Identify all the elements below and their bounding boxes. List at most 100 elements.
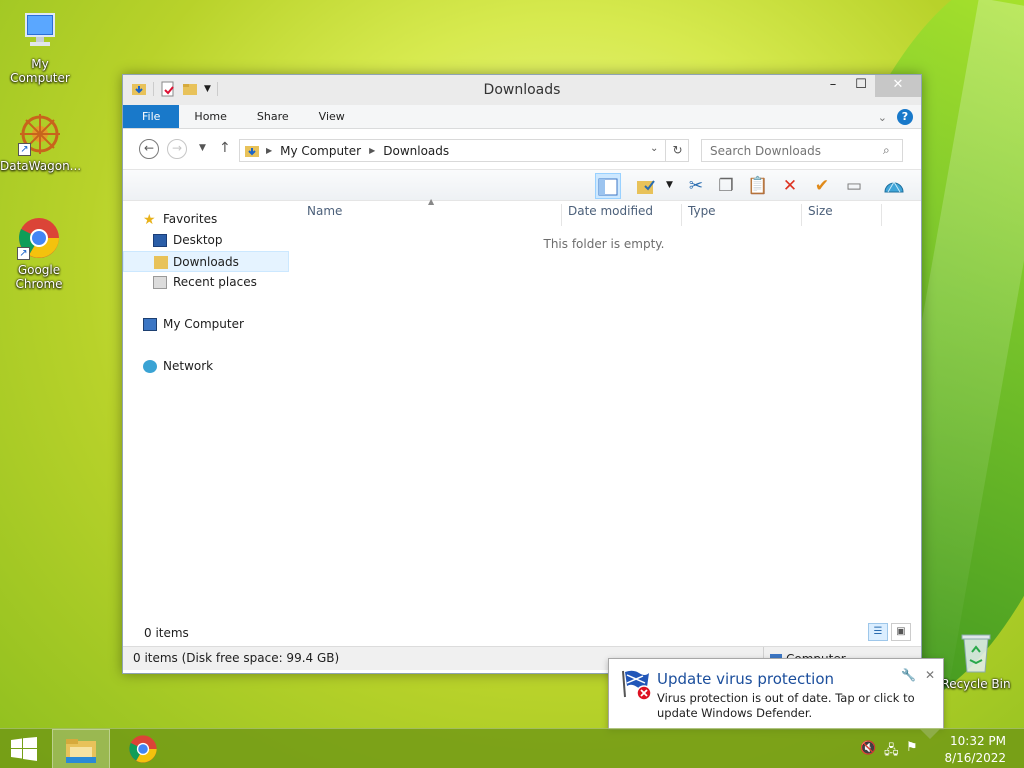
breadcrumb-separator-icon[interactable]: ▶ (266, 146, 272, 155)
clock-date: 8/16/2022 (944, 751, 1006, 765)
tab-file[interactable]: File (123, 105, 180, 128)
chrome-icon: ↗ (17, 216, 61, 260)
chrome-icon (129, 735, 157, 763)
folder-options-dropdown-icon[interactable]: ▼ (666, 180, 673, 190)
desktop-icon-label: Recycle Bin (941, 677, 1011, 691)
taskbar-file-explorer[interactable] (52, 729, 110, 768)
column-size[interactable]: Size (808, 204, 833, 218)
file-list[interactable]: ▲ Name Date modified Type Size This fold… (295, 197, 913, 611)
empty-folder-message: This folder is empty. (543, 237, 665, 251)
desktop-icon-recycle-bin[interactable]: Recycle Bin (938, 632, 1014, 691)
nav-label: Favorites (163, 212, 218, 226)
nav-desktop[interactable]: Desktop (123, 230, 289, 251)
network-icon (143, 360, 157, 373)
clock-time: 10:32 PM (950, 734, 1006, 748)
nav-network[interactable]: Network (123, 356, 289, 377)
network-icon[interactable]: 🖧 (884, 741, 899, 763)
action-center-alert-icon[interactable]: ⚑ (906, 740, 918, 755)
folder-options-button[interactable] (633, 173, 659, 199)
star-icon: ★ (143, 212, 156, 228)
item-count: 0 items (144, 626, 189, 640)
breadcrumb-separator-icon[interactable]: ▶ (369, 146, 375, 155)
notification-close-icon[interactable]: ✕ (925, 668, 935, 682)
clock[interactable]: 10:32 PM 8/16/2022 (944, 733, 1006, 767)
column-separator[interactable] (681, 204, 682, 226)
column-headers: ▲ Name Date modified Type Size (295, 197, 913, 226)
maximize-button[interactable]: ☐ (847, 75, 875, 97)
expand-ribbon-icon[interactable]: ⌄ (878, 111, 887, 124)
desktop-icon (153, 234, 167, 247)
taskbar-google-chrome[interactable] (114, 729, 172, 768)
delete-icon[interactable]: ✕ (777, 173, 803, 199)
breadcrumb-downloads[interactable]: Downloads (383, 144, 449, 158)
minimize-button[interactable]: – (819, 75, 847, 97)
paste-icon[interactable]: 📋 (745, 173, 771, 199)
rename-icon[interactable]: ▭ (841, 173, 867, 199)
search-icon: ⌕ (883, 143, 890, 157)
shortcut-arrow-icon: ↗ (17, 247, 30, 260)
tab-home[interactable]: Home (179, 105, 241, 128)
recycle-bin-icon (958, 632, 994, 674)
tab-share[interactable]: Share (242, 105, 304, 128)
nav-my-computer[interactable]: My Computer (123, 314, 289, 335)
downloads-folder-icon (245, 145, 259, 157)
column-separator[interactable] (801, 204, 802, 226)
desktop-icon-google-chrome[interactable]: ↗ Google Chrome (0, 216, 78, 291)
refresh-button[interactable]: ↻ (665, 139, 689, 162)
column-separator[interactable] (561, 204, 562, 226)
notification-settings-icon[interactable]: 🔧 (901, 668, 916, 682)
copy-icon[interactable]: ❐ (713, 173, 739, 199)
large-icons-view-icon[interactable]: ▣ (891, 623, 911, 641)
nav-label: My Computer (163, 317, 244, 331)
shell-icon[interactable] (881, 173, 907, 199)
nav-label: Network (163, 359, 214, 373)
close-button[interactable]: ✕ (875, 75, 921, 97)
recent-locations-icon[interactable]: ▼ (199, 143, 206, 153)
shortcut-arrow-icon: ↗ (18, 143, 31, 156)
ribbon-tabs: File Home Share View ⌄ ? (123, 105, 921, 129)
breadcrumb-my-computer[interactable]: My Computer (280, 144, 361, 158)
address-dropdown-icon[interactable]: ⌄ (650, 143, 658, 154)
back-button[interactable]: ← (139, 139, 159, 159)
nav-downloads[interactable]: Downloads (123, 251, 289, 272)
desktop-icon-label: Google Chrome (15, 263, 63, 291)
up-arrow-icon[interactable]: ↑ (219, 140, 231, 156)
recent-places-icon (153, 276, 167, 289)
forward-button[interactable]: → (167, 139, 187, 159)
nav-favorites[interactable]: ★ Favorites (123, 209, 289, 230)
status-disk-space: 0 items (Disk free space: 99.4 GB) (133, 651, 340, 665)
column-name[interactable]: Name (307, 204, 342, 218)
downloads-folder-icon (154, 256, 168, 269)
start-button[interactable] (10, 737, 38, 761)
notification-body: Virus protection is out of date. Tap or … (657, 691, 915, 720)
preview-pane-button[interactable] (595, 173, 621, 199)
window-title: Downloads (483, 82, 561, 98)
desktop-icon-label: DataWagon... (0, 159, 82, 173)
taskbar: 🔇 🖧 ⚑ 10:32 PM 8/16/2022 (0, 728, 1024, 768)
help-icon[interactable]: ? (897, 109, 913, 125)
address-bar[interactable]: ▶ My Computer ▶ Downloads ⌄ (239, 139, 689, 162)
desktop-icon-datawagon[interactable]: ↗ DataWagon... (0, 112, 82, 173)
nav-label: Desktop (173, 233, 223, 247)
title-bar[interactable]: ▼ Downloads – ☐ ✕ (123, 75, 921, 105)
preview-pane-icon (598, 178, 618, 196)
sort-indicator-icon: ▲ (428, 197, 435, 206)
nav-recent-places[interactable]: Recent places (123, 272, 289, 293)
select-check-icon[interactable]: ✔ (809, 173, 835, 199)
column-separator[interactable] (881, 204, 882, 226)
computer-icon (143, 318, 157, 331)
column-date-modified[interactable]: Date modified (568, 204, 653, 218)
defender-notification[interactable]: Update virus protection Virus protection… (608, 658, 944, 730)
cut-icon[interactable]: ✂ (683, 173, 709, 199)
column-type[interactable]: Type (688, 204, 716, 218)
system-tray: 🔇 🖧 ⚑ 10:32 PM 8/16/2022 (854, 729, 1024, 768)
tab-view[interactable]: View (304, 105, 360, 128)
desktop-icon-my-computer[interactable]: My Computer (0, 10, 80, 85)
details-view-icon[interactable]: ☰ (868, 623, 888, 641)
shell-globe-icon (884, 181, 904, 193)
explorer-window: ▼ Downloads – ☐ ✕ File Home Share View ⌄… (122, 74, 922, 674)
desktop-icon-label: My Computer (10, 57, 70, 85)
search-input[interactable] (701, 139, 903, 162)
windows-logo-icon (11, 737, 37, 761)
volume-muted-icon[interactable]: 🔇 (860, 741, 876, 756)
